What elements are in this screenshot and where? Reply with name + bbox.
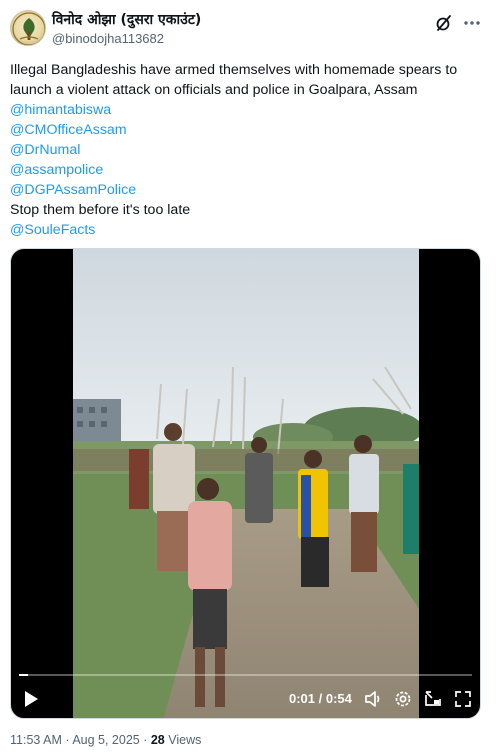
video-progress-bar[interactable] bbox=[19, 674, 472, 676]
play-icon[interactable] bbox=[21, 689, 41, 709]
mention-link[interactable]: @SouleFacts bbox=[10, 220, 480, 240]
more-options-icon[interactable] bbox=[461, 12, 483, 34]
author-handle[interactable]: @binodojha113682 bbox=[52, 30, 201, 48]
video-controls: 0:01 / 0:54 bbox=[11, 681, 480, 717]
fullscreen-icon[interactable] bbox=[453, 689, 473, 709]
author-names: विनोद ओझा (दुसरा एकाउंट) @binodojha11368… bbox=[52, 11, 201, 48]
pip-icon[interactable] bbox=[423, 689, 443, 709]
author-display-name[interactable]: विनोद ओझा (दुसरा एकाउंट) bbox=[52, 11, 201, 29]
grok-icon[interactable] bbox=[433, 12, 455, 34]
views-count[interactable]: 28 bbox=[151, 733, 165, 747]
tweet-date[interactable]: Aug 5, 2025 bbox=[72, 733, 139, 747]
video-frame[interactable] bbox=[73, 249, 419, 718]
tweet-text-line: Illegal Bangladeshis have armed themselv… bbox=[10, 62, 458, 78]
tweet-text-line: Stop them before it's too late bbox=[10, 202, 191, 218]
mention-link[interactable]: @DrNumal bbox=[10, 140, 480, 160]
tweet-header: विनोद ओझा (दुसरा एकाउंट) @binodojha11368… bbox=[10, 10, 487, 50]
tweet-text: Illegal Bangladeshis have armed themselv… bbox=[10, 60, 480, 240]
meta-separator: · bbox=[61, 733, 73, 747]
tweet-time[interactable]: 11:53 AM bbox=[10, 733, 62, 747]
video-player[interactable]: 0:01 / 0:54 bbox=[10, 248, 481, 719]
tweet-text-line: launch a violent attack on officials and… bbox=[10, 82, 418, 98]
video-progress-fill bbox=[19, 674, 29, 676]
volume-icon[interactable] bbox=[363, 689, 383, 709]
tweet-meta: 11:53 AM · Aug 5, 2025 · 28 Views bbox=[10, 733, 201, 747]
video-time: 0:01 / 0:54 bbox=[289, 691, 352, 706]
settings-icon[interactable] bbox=[393, 689, 413, 709]
meta-separator: · bbox=[139, 733, 151, 747]
mention-link[interactable]: @CMOfficeAssam bbox=[10, 120, 480, 140]
mention-link[interactable]: @assampolice bbox=[10, 160, 480, 180]
tweet-card: विनोद ओझा (दुसरा एकाउंट) @binodojha11368… bbox=[0, 0, 497, 752]
mention-link[interactable]: @DGPAssamPolice bbox=[10, 180, 480, 200]
views-label: Views bbox=[164, 733, 202, 747]
mention-link[interactable]: @himantabiswa bbox=[10, 100, 480, 120]
avatar[interactable] bbox=[10, 10, 46, 46]
